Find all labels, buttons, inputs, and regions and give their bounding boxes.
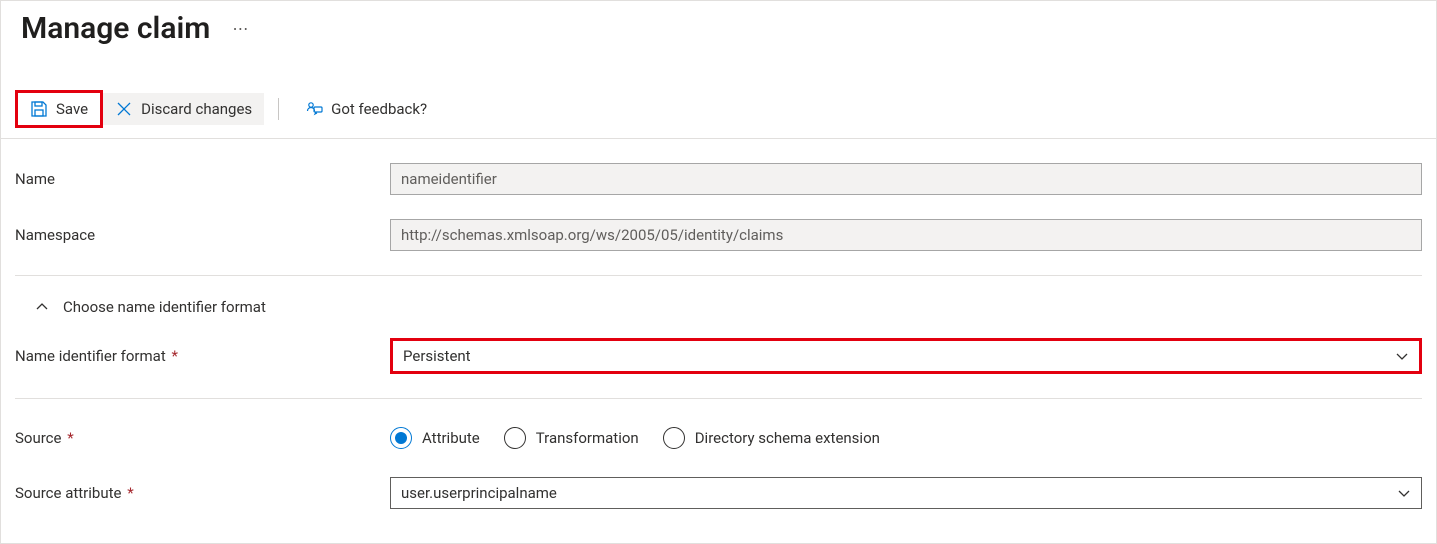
chevron-down-icon bbox=[1395, 349, 1409, 363]
chevron-down-icon bbox=[1397, 486, 1411, 500]
required-asterisk: * bbox=[171, 347, 177, 365]
toolbar: Save Discard changes Got feedback? bbox=[1, 78, 1436, 139]
required-asterisk: * bbox=[67, 429, 73, 447]
feedback-icon bbox=[305, 100, 323, 118]
namespace-label: Namespace bbox=[15, 226, 390, 244]
source-attribute-value: user.userprincipalname bbox=[401, 484, 557, 502]
divider bbox=[15, 398, 1422, 399]
source-radio-transformation[interactable]: Transformation bbox=[504, 427, 639, 449]
radio-label-transformation: Transformation bbox=[536, 429, 639, 447]
name-id-format-row: Name identifier format * Persistent bbox=[15, 326, 1422, 386]
more-icon[interactable]: ⋯ bbox=[228, 15, 252, 42]
source-label: Source * bbox=[15, 429, 390, 447]
source-row: Source * Attribute Transformation Direct… bbox=[15, 411, 1422, 465]
chevron-up-icon bbox=[35, 300, 49, 314]
name-row: Name bbox=[15, 151, 1422, 207]
source-attribute-dropdown[interactable]: user.userprincipalname bbox=[390, 477, 1422, 509]
name-input[interactable] bbox=[390, 163, 1422, 195]
name-label: Name bbox=[15, 170, 390, 188]
source-radio-attribute[interactable]: Attribute bbox=[390, 427, 480, 449]
discard-button[interactable]: Discard changes bbox=[103, 93, 264, 125]
feedback-button[interactable]: Got feedback? bbox=[293, 93, 439, 125]
name-id-format-value: Persistent bbox=[403, 347, 471, 365]
source-radio-group: Attribute Transformation Directory schem… bbox=[390, 423, 1422, 453]
source-attribute-row: Source attribute * user.userprincipalnam… bbox=[15, 465, 1422, 521]
toolbar-divider bbox=[278, 98, 279, 120]
save-label: Save bbox=[56, 100, 88, 118]
source-radio-directory[interactable]: Directory schema extension bbox=[663, 427, 880, 449]
radio-unselected-icon bbox=[504, 427, 526, 449]
radio-selected-icon bbox=[390, 427, 412, 449]
name-id-format-label: Name identifier format * bbox=[15, 347, 390, 365]
expander-label: Choose name identifier format bbox=[63, 298, 266, 316]
page-header: Manage claim ⋯ bbox=[1, 1, 1436, 50]
save-icon bbox=[30, 100, 48, 118]
namespace-row: Namespace bbox=[15, 207, 1422, 263]
form-section: Name Namespace Choose name identifier fo… bbox=[1, 139, 1436, 521]
save-button[interactable]: Save bbox=[15, 90, 103, 128]
required-asterisk: * bbox=[127, 484, 133, 502]
radio-label-directory: Directory schema extension bbox=[695, 429, 880, 447]
page-title: Manage claim bbox=[21, 11, 210, 46]
close-icon bbox=[115, 100, 133, 118]
source-attribute-label: Source attribute * bbox=[15, 484, 390, 502]
radio-label-attribute: Attribute bbox=[422, 429, 480, 447]
discard-label: Discard changes bbox=[141, 100, 252, 118]
feedback-label: Got feedback? bbox=[331, 100, 427, 118]
radio-unselected-icon bbox=[663, 427, 685, 449]
name-id-format-expander[interactable]: Choose name identifier format bbox=[15, 288, 1422, 326]
divider bbox=[15, 275, 1422, 276]
name-id-format-dropdown[interactable]: Persistent bbox=[390, 338, 1422, 374]
namespace-input[interactable] bbox=[390, 219, 1422, 251]
